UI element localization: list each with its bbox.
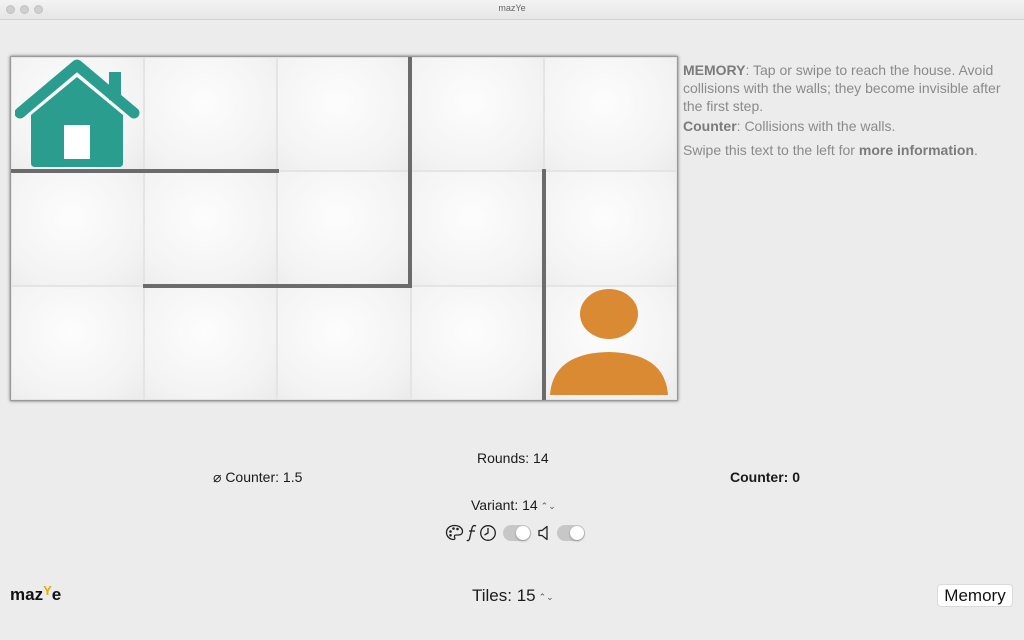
maze-tile[interactable] <box>144 285 278 400</box>
maze-tile[interactable] <box>277 171 411 286</box>
palette-icon[interactable] <box>445 524 464 541</box>
maze-tile[interactable] <box>144 171 278 286</box>
mode-description: MEMORY: Tap or swipe to reach the house.… <box>683 62 1001 114</box>
maze-tile[interactable] <box>11 171 145 286</box>
maze-wall <box>408 57 412 287</box>
variant-selector[interactable]: Variant: 14 ⌃⌄ <box>471 497 556 513</box>
person-icon <box>550 289 668 395</box>
timer-toggle[interactable] <box>503 525 531 541</box>
maze-wall <box>143 284 412 288</box>
speaker-icon[interactable] <box>537 525 551 541</box>
timer-toggle-knob <box>516 526 530 540</box>
counter-description: Counter: Collisions with the walls. <box>683 118 896 134</box>
counter-label: Counter: 0 <box>730 469 800 485</box>
maze-tile[interactable] <box>410 57 544 172</box>
sound-toggle-knob <box>570 526 584 540</box>
maze-wall <box>542 169 546 400</box>
house-icon <box>15 59 140 167</box>
maze-tile[interactable] <box>410 171 544 286</box>
maze-tile[interactable] <box>543 57 677 172</box>
rounds-label: Rounds: 14 <box>477 450 549 466</box>
app-window: mazYe MEMORY: Tap or swipe to reach the … <box>0 0 1024 640</box>
maze-tile[interactable] <box>410 285 544 400</box>
sound-toggle[interactable] <box>557 525 585 541</box>
maze-tile[interactable] <box>277 285 411 400</box>
info-panel[interactable]: MEMORY: Tap or swipe to reach the house.… <box>683 61 1019 161</box>
clock-icon[interactable] <box>479 524 497 542</box>
maze-board[interactable] <box>10 56 678 401</box>
app-logo: mazYe <box>10 583 62 604</box>
swipe-hint: Swipe this text to the left for more inf… <box>683 142 978 158</box>
tiles-stepper[interactable]: ⌃⌄ <box>539 592 554 603</box>
tiles-label: Tiles: 15 <box>472 586 536 605</box>
tiles-selector[interactable]: Tiles: 15 ⌃⌄ <box>472 586 554 606</box>
average-counter-label: ⌀ Counter: 1.5 <box>213 469 303 485</box>
variant-stepper[interactable]: ⌃⌄ <box>541 501 556 512</box>
maze-wall <box>11 169 279 173</box>
function-icon[interactable] <box>466 524 478 542</box>
variant-label: Variant: 14 <box>471 497 538 513</box>
window-title: mazYe <box>498 3 526 13</box>
maze-tile[interactable] <box>144 57 278 172</box>
memory-mode-button[interactable]: Memory <box>937 584 1013 607</box>
maze-tile[interactable] <box>543 171 677 286</box>
maze-tile[interactable] <box>11 285 145 400</box>
maze-tile[interactable] <box>277 57 411 172</box>
title-bar: mazYe <box>0 0 1024 20</box>
